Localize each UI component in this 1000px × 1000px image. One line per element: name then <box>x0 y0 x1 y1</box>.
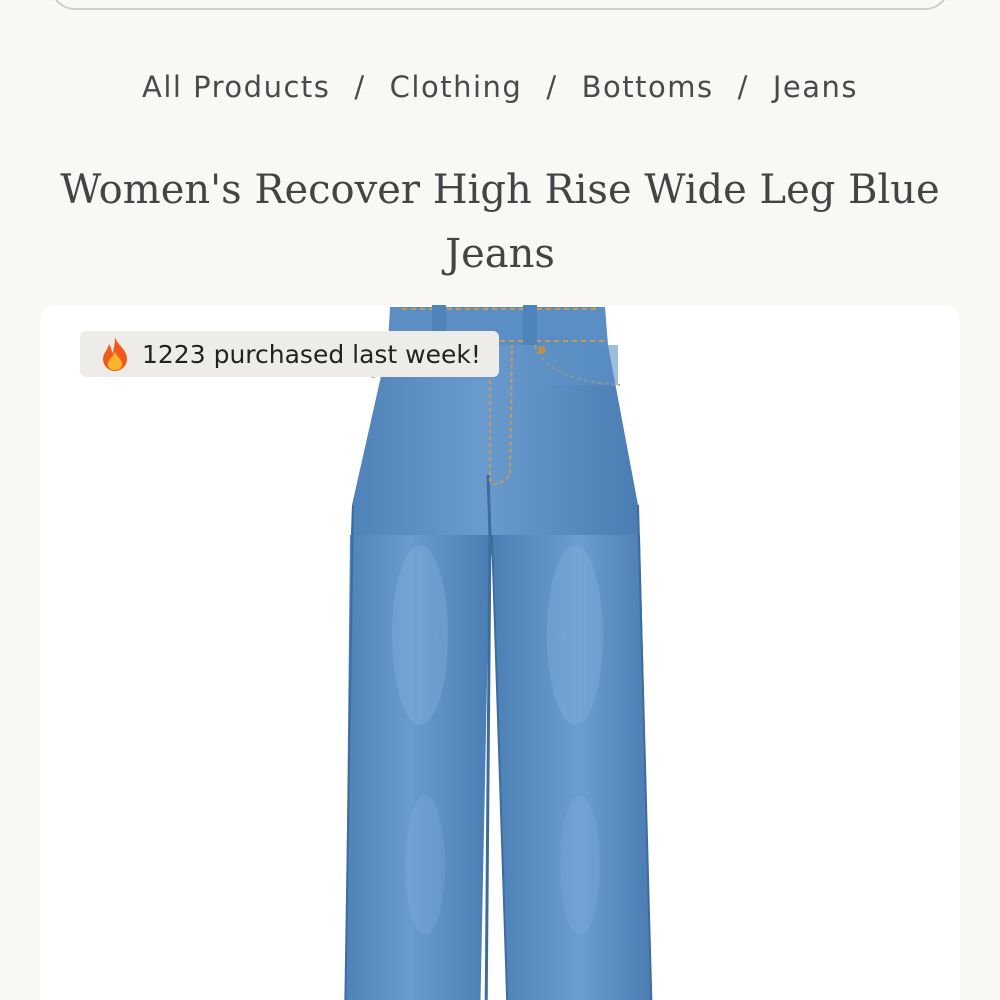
breadcrumb-separator: / <box>546 70 558 104</box>
breadcrumb-item-clothing[interactable]: Clothing <box>390 70 523 104</box>
breadcrumb-separator: / <box>737 70 749 104</box>
product-page: All Products / Clothing / Bottoms / Jeans Wome… <box>0 0 1000 1000</box>
fire-icon <box>103 337 127 371</box>
purchase-count-text: 1223 purchased last week! <box>142 339 481 369</box>
purchase-count-badge: 1223 purchased last week! <box>80 331 499 377</box>
breadcrumb: All Products / Clothing / Bottoms / Jeans <box>0 70 1000 104</box>
breadcrumb-separator: / <box>354 70 366 104</box>
search-bar[interactable] <box>50 0 950 10</box>
breadcrumb-item-jeans[interactable]: Jeans <box>773 70 858 104</box>
page-title: Women's Recover High Rise Wide Leg Blue … <box>60 167 940 277</box>
breadcrumb-item-bottoms[interactable]: Bottoms <box>582 70 714 104</box>
breadcrumb-item-all-products[interactable]: All Products <box>142 70 330 104</box>
product-image-card[interactable]: 1223 purchased last week! <box>40 305 960 1000</box>
product-image-jeans <box>344 305 653 1000</box>
